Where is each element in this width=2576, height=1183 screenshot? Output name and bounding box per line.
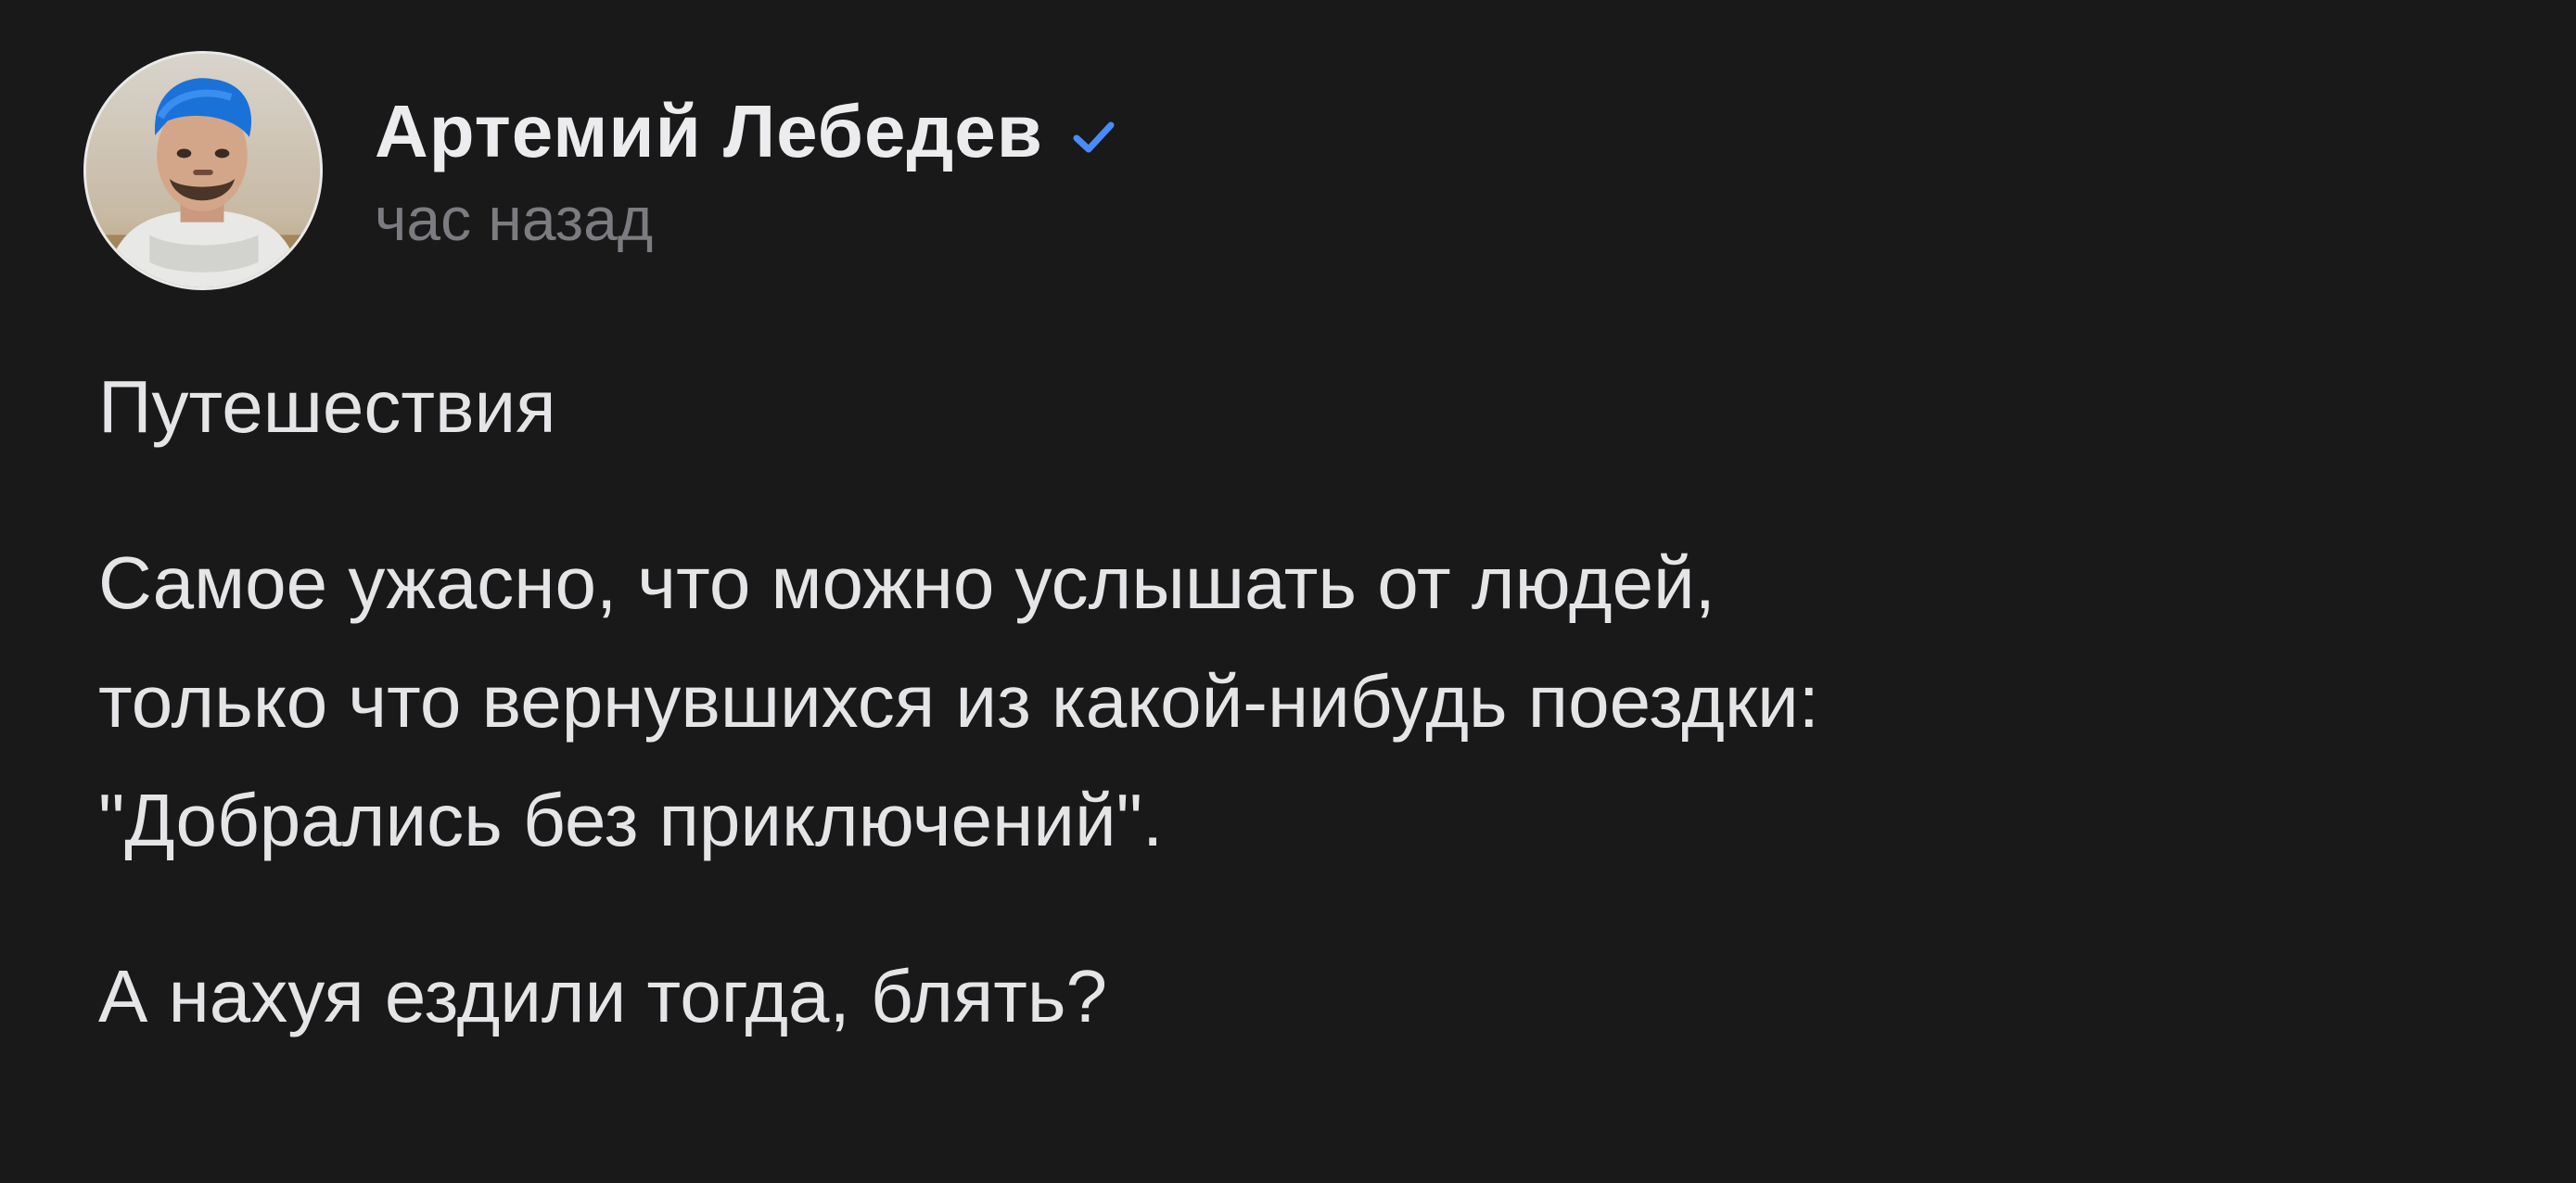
post-timestamp[interactable]: час назад: [375, 184, 1117, 254]
post-card: Артемий Лебедев час назад Путешествия Са…: [0, 0, 2576, 1183]
post-paragraph: А нахуя ездили тогда, блять?: [98, 937, 2509, 1056]
post-paragraph: Самое ужасно, что можно услышать от люде…: [98, 524, 2509, 880]
author-name-row: Артемий Лебедев: [375, 87, 1117, 176]
post-line: Самое ужасно, что можно услышать от люде…: [98, 541, 1715, 624]
post-body: Путешествия Самое ужасно, что можно услы…: [98, 348, 2509, 1113]
post-line: А нахуя ездили тогда, блять?: [98, 955, 1108, 1037]
author-info: Артемий Лебедев час назад: [375, 87, 1117, 254]
post-paragraph: Путешествия: [98, 348, 2509, 466]
post-line: только что вернувшихся из какой-нибудь п…: [98, 660, 1819, 743]
author-avatar[interactable]: [83, 51, 323, 290]
post-header: Артемий Лебедев час назад: [83, 51, 1117, 290]
author-name[interactable]: Артемий Лебедев: [375, 89, 1043, 174]
check-icon: [1069, 113, 1117, 161]
post-line: "Добрались без приключений".: [98, 779, 1164, 861]
post-line: Путешествия: [98, 365, 556, 448]
avatar-image: [86, 54, 320, 287]
